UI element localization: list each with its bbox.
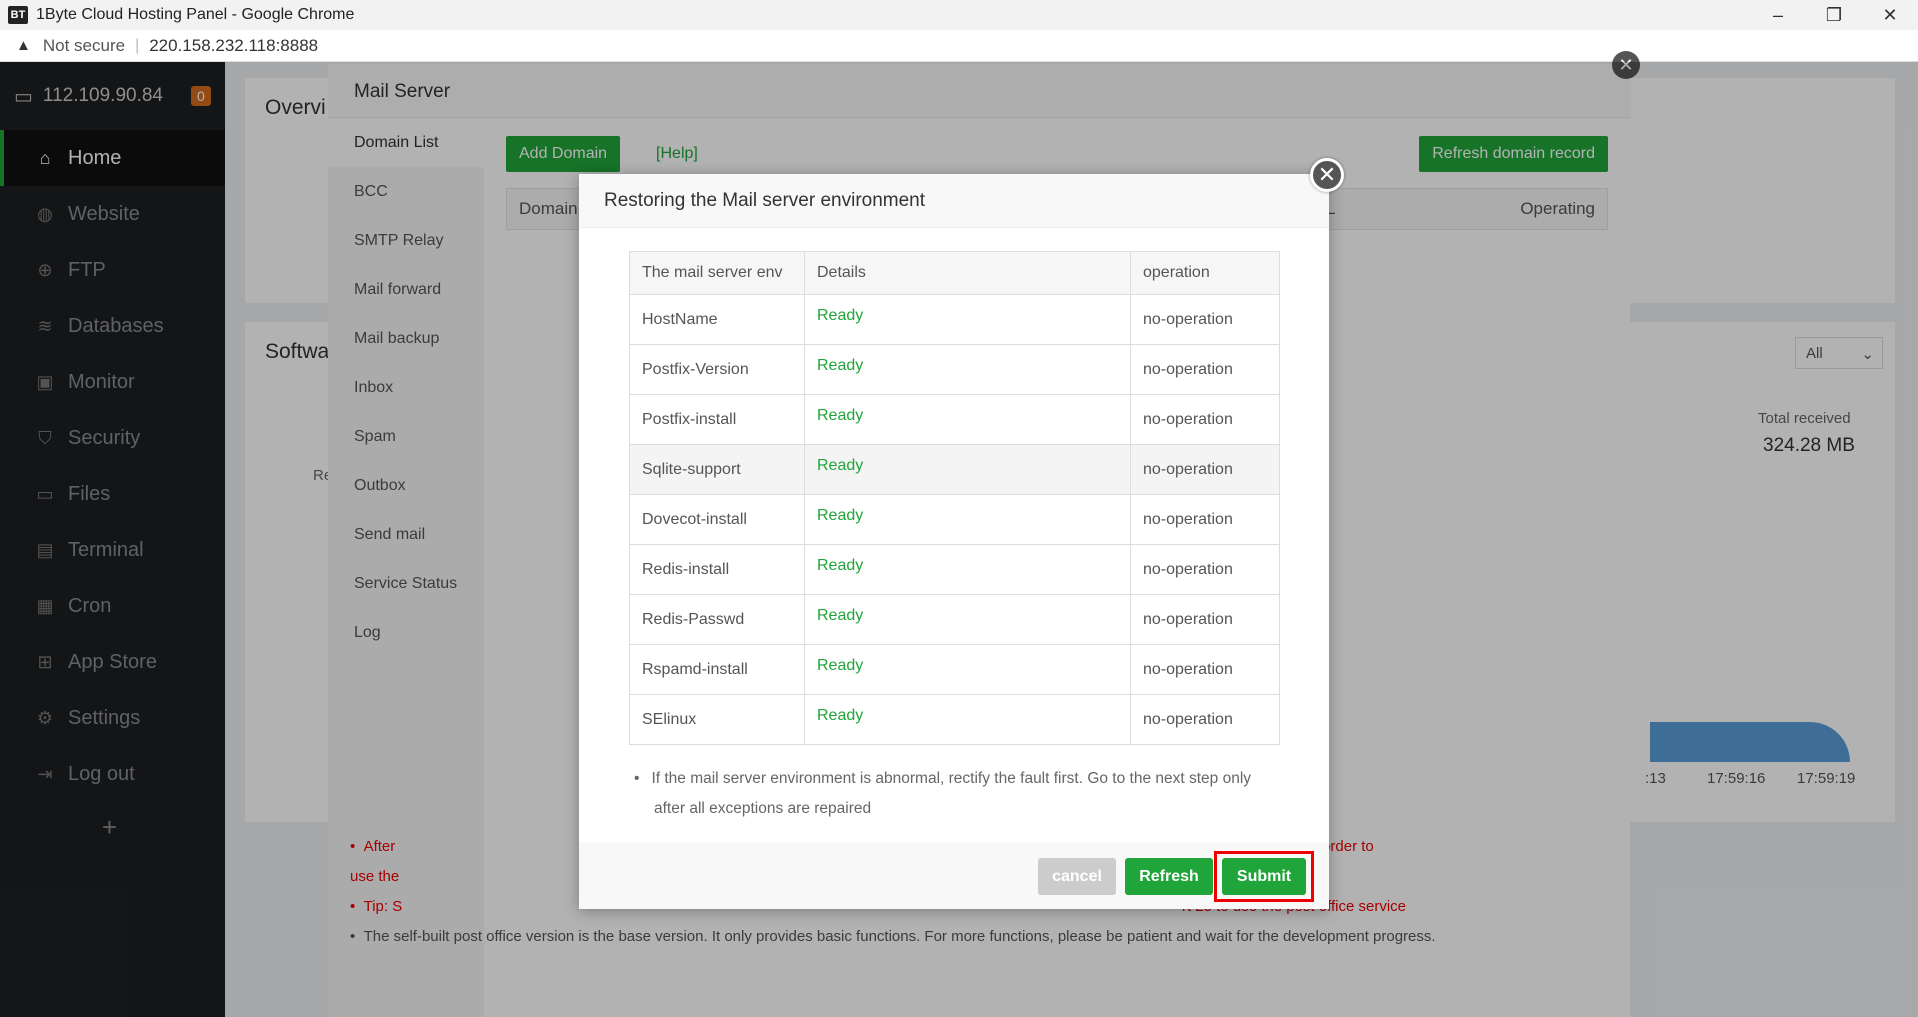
cell-details: Ready [804, 694, 1131, 745]
address-separator: | [135, 36, 140, 54]
cell-operation: no-operation [1130, 644, 1280, 695]
col-env: The mail server env [629, 251, 805, 295]
cell-operation: no-operation [1130, 594, 1280, 645]
dialog-title: Restoring the Mail server environment [579, 174, 1329, 228]
tip-text: If the mail server environment is abnorm… [651, 764, 1274, 824]
cell-env: Redis-install [629, 544, 805, 595]
restore-env-dialog: Restoring the Mail server environment ✕ … [579, 158, 1344, 909]
table-row: Sqlite-support Ready no-operation [629, 444, 1280, 495]
cell-env: HostName [629, 294, 805, 345]
table-row: Redis-Passwd Ready no-operation [629, 594, 1280, 645]
cell-details: Ready [804, 594, 1131, 645]
warning-icon[interactable]: ▲ [16, 37, 31, 54]
cell-operation: no-operation [1130, 494, 1280, 545]
table-row: Dovecot-install Ready no-operation [629, 494, 1280, 545]
refresh-button[interactable]: Refresh [1125, 858, 1213, 895]
cell-details: Ready [804, 394, 1131, 445]
cell-operation: no-operation [1130, 394, 1280, 445]
cell-details: Ready [804, 644, 1131, 695]
cell-operation: no-operation [1130, 544, 1280, 595]
table-row: HostName Ready no-operation [629, 294, 1280, 345]
table-row: Postfix-Version Ready no-operation [629, 344, 1280, 395]
cell-details: Ready [804, 494, 1131, 545]
cell-operation: no-operation [1130, 294, 1280, 345]
cell-env: Postfix-Version [629, 344, 805, 395]
table-row: SElinux Ready no-operation [629, 694, 1280, 745]
not-secure-label[interactable]: Not secure [43, 36, 125, 56]
window-title: 1Byte Cloud Hosting Panel - Google Chrom… [36, 6, 355, 23]
cell-env: Sqlite-support [629, 444, 805, 495]
cell-env: Redis-Passwd [629, 594, 805, 645]
cell-details: Ready [804, 444, 1131, 495]
close-window-button[interactable]: ✕ [1862, 0, 1918, 30]
cell-operation: no-operation [1130, 444, 1280, 495]
url-text[interactable]: 220.158.232.118:8888 [149, 36, 318, 56]
dialog-footer: cancel Refresh Submit [579, 843, 1329, 909]
cell-details: Ready [804, 544, 1131, 595]
cell-operation: no-operation [1130, 344, 1280, 395]
cell-env: Dovecot-install [629, 494, 805, 545]
cell-env: Rspamd-install [629, 644, 805, 695]
table-row: Postfix-install Ready no-operation [629, 394, 1280, 445]
restore-button[interactable]: ❐ [1806, 0, 1862, 30]
table-row: Redis-install Ready no-operation [629, 544, 1280, 595]
env-tip: If the mail server environment is abnorm… [651, 764, 1274, 824]
window-controls: – ❐ ✕ [1750, 0, 1918, 30]
table-row: Rspamd-install Ready no-operation [629, 644, 1280, 695]
dialog-close-icon[interactable]: ✕ [1310, 158, 1344, 192]
env-table: The mail server env Details operation Ho… [629, 251, 1280, 745]
cell-details: Ready [804, 344, 1131, 395]
cancel-button[interactable]: cancel [1038, 858, 1116, 895]
cell-env: SElinux [629, 694, 805, 745]
col-operation: operation [1130, 251, 1280, 295]
cell-env: Postfix-install [629, 394, 805, 445]
col-details: Details [804, 251, 1131, 295]
minimize-button[interactable]: – [1750, 0, 1806, 30]
submit-button[interactable]: Submit [1222, 858, 1306, 895]
app-logo-icon: BT [8, 6, 28, 24]
cell-details: Ready [804, 294, 1131, 345]
cell-operation: no-operation [1130, 694, 1280, 745]
browser-titlebar: BT 1Byte Cloud Hosting Panel - Google Ch… [0, 0, 1918, 30]
